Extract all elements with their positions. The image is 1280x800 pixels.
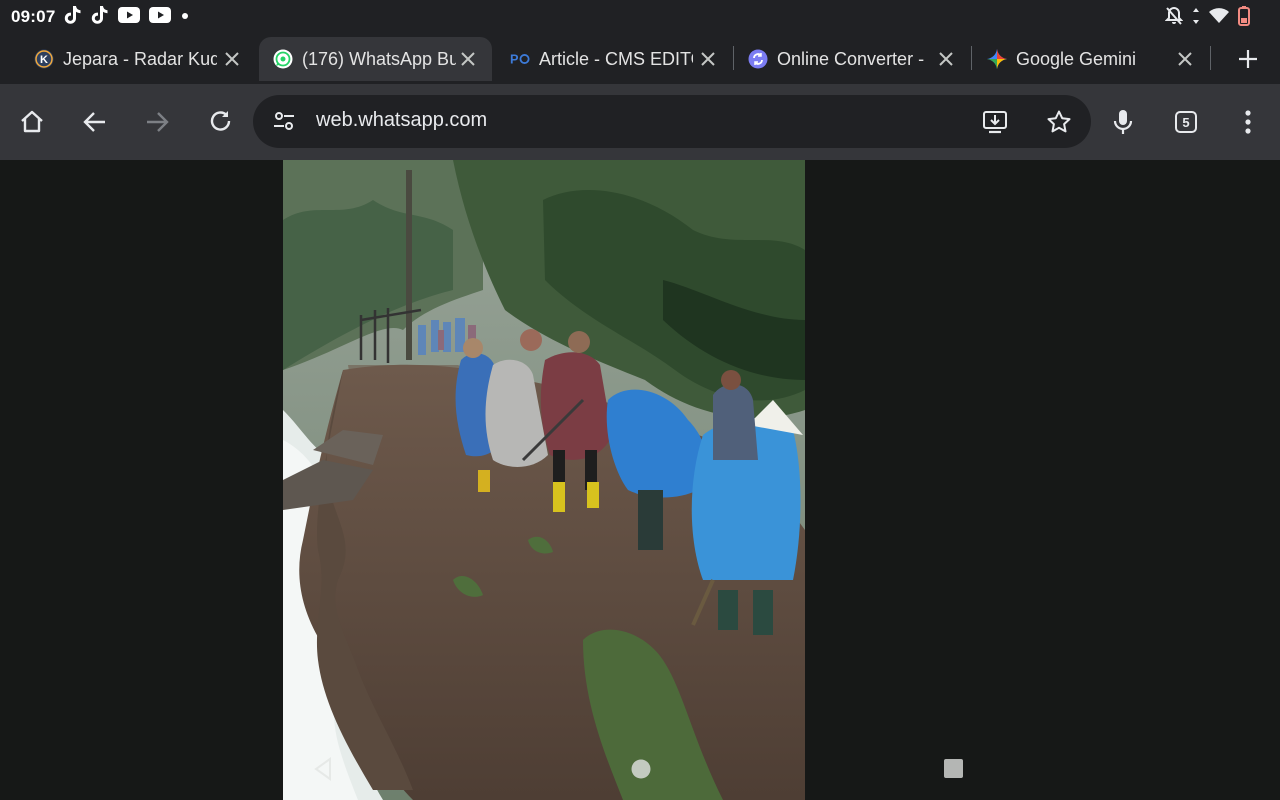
- system-status-icons: [1164, 6, 1250, 31]
- close-tab-icon[interactable]: [458, 49, 478, 69]
- data-arrows-icon: [1192, 7, 1200, 30]
- tab-title: Jepara - Radar Kudus: [63, 48, 217, 69]
- tiktok-icon: [91, 5, 109, 30]
- tab-title: Google Gemini: [1016, 48, 1137, 69]
- forward-arrow-icon: [147, 112, 169, 132]
- wifi-icon: [1209, 8, 1229, 29]
- microphone-icon: [1113, 110, 1133, 134]
- tab-title: Online Converter -: [777, 48, 925, 69]
- home-button[interactable]: [16, 106, 48, 138]
- install-icon: [983, 111, 1007, 134]
- youtube-icon: [149, 6, 172, 28]
- whatsapp-icon: [273, 49, 293, 69]
- back-arrow-icon: [83, 112, 105, 132]
- video-frame: [283, 160, 805, 800]
- tab-whatsapp-business[interactable]: (176) WhatsApp Business: [259, 37, 492, 81]
- site-settings-icon[interactable]: [272, 109, 296, 138]
- tab-separator: [1210, 46, 1211, 70]
- tab-title: (176) WhatsApp Business: [302, 48, 456, 69]
- nav-home-button[interactable]: [630, 758, 652, 785]
- notification-icons: [64, 5, 190, 30]
- converter-icon: [748, 49, 768, 69]
- tab-count: 5: [1175, 111, 1197, 133]
- video-player[interactable]: [283, 160, 805, 800]
- tab-separator: [971, 46, 972, 70]
- notifications-muted-icon: [1164, 6, 1184, 31]
- tab-google-gemini[interactable]: Google Gemini: [973, 37, 1209, 81]
- install-app-button[interactable]: [980, 107, 1010, 137]
- square-recents-icon: [944, 759, 963, 778]
- radar-kudus-icon: K: [34, 49, 54, 69]
- status-bar: 09:07: [0, 0, 1280, 34]
- web-content: [0, 160, 1280, 800]
- tab-jepara-radar-kudus[interactable]: K Jepara - Radar Kudus: [20, 37, 256, 81]
- tab-strip: K Jepara - Radar Kudus (176) WhatsApp Bu…: [0, 34, 1280, 84]
- tiktok-icon: [64, 5, 82, 30]
- svg-text:P: P: [510, 52, 519, 67]
- voice-search-button[interactable]: [1107, 106, 1139, 138]
- youtube-icon: [118, 6, 141, 28]
- close-tab-icon[interactable]: [698, 49, 718, 69]
- close-tab-icon[interactable]: [936, 49, 956, 69]
- more-vertical-icon: [1245, 110, 1251, 134]
- browser-toolbar: web.whatsapp.com 5: [0, 84, 1280, 160]
- gemini-icon: [987, 49, 1007, 69]
- battery-low-icon: [1238, 6, 1250, 31]
- plus-icon: [1239, 50, 1257, 68]
- menu-button[interactable]: [1232, 106, 1264, 138]
- tab-switcher-button[interactable]: 5: [1170, 106, 1202, 138]
- svg-text:K: K: [40, 54, 48, 66]
- close-tab-icon[interactable]: [222, 49, 242, 69]
- bookmark-button[interactable]: [1044, 107, 1074, 137]
- new-tab-button[interactable]: [1234, 45, 1262, 73]
- reload-icon: [210, 111, 231, 131]
- forward-button[interactable]: [141, 106, 173, 138]
- close-tab-icon[interactable]: [1175, 49, 1195, 69]
- nav-recents-button[interactable]: [943, 758, 965, 785]
- nav-back-button[interactable]: [312, 757, 334, 786]
- tab-separator: [733, 46, 734, 70]
- cms-icon: P: [510, 49, 530, 69]
- triangle-back-icon: [314, 757, 331, 781]
- reload-button[interactable]: [205, 106, 237, 138]
- tab-title: Article - CMS EDITOR: [539, 48, 693, 69]
- star-icon: [1047, 110, 1071, 133]
- tab-article-cms-editor[interactable]: P Article - CMS EDITOR: [496, 37, 732, 81]
- back-button[interactable]: [79, 106, 111, 138]
- address-bar[interactable]: web.whatsapp.com: [253, 95, 1091, 148]
- status-time: 09:07: [11, 7, 56, 26]
- tab-online-converter[interactable]: Online Converter -: [734, 37, 970, 81]
- url-text[interactable]: web.whatsapp.com: [316, 109, 487, 132]
- home-icon: [21, 110, 43, 133]
- dot-icon: [180, 8, 190, 26]
- circle-home-icon: [631, 759, 651, 779]
